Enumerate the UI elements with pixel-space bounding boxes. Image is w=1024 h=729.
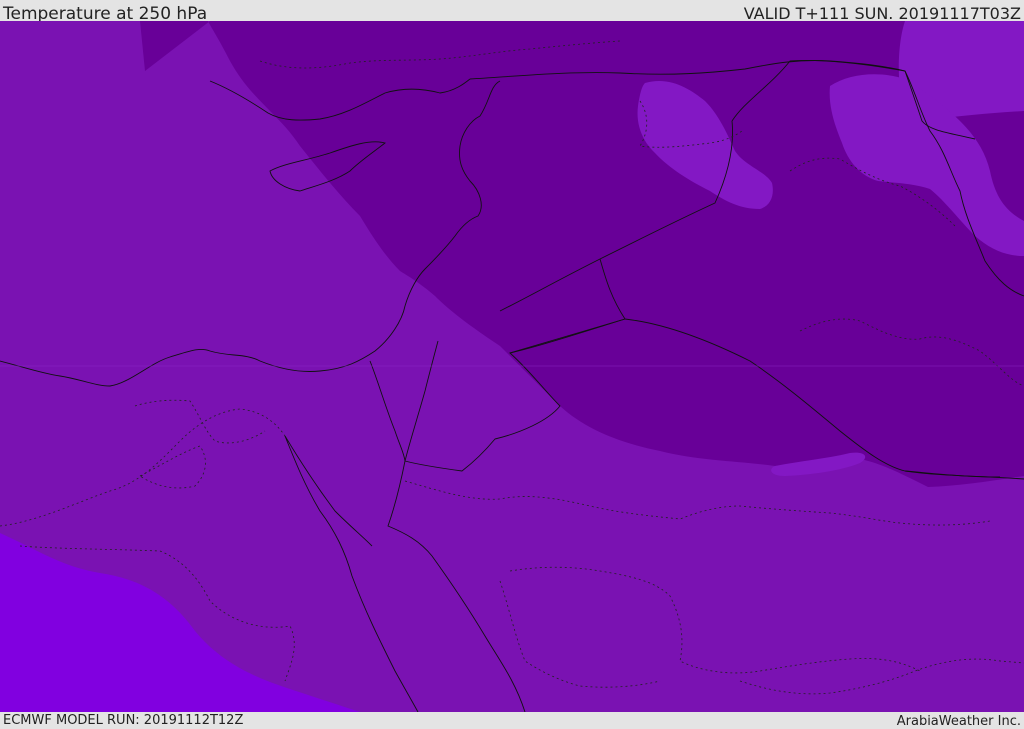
forecast-map-page: Temperature at 250 hPa VALID T+111 SUN. … [0, 0, 1024, 729]
header-bar: Temperature at 250 hPa VALID T+111 SUN. … [0, 0, 1024, 24]
footer-bar: ECMWF MODEL RUN: 20191112T12Z ArabiaWeat… [0, 712, 1024, 729]
map-canvas [0, 21, 1024, 712]
credit-label: ArabiaWeather Inc. [896, 714, 1021, 729]
model-run-label: ECMWF MODEL RUN: 20191112T12Z [3, 713, 244, 728]
temperature-map[interactable] [0, 21, 1024, 712]
